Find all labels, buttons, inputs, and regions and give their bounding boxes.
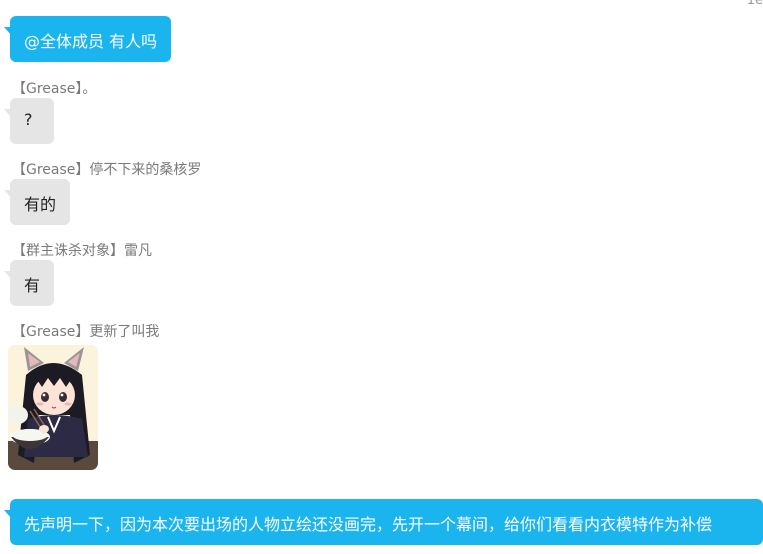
sender-name[interactable]: 【Grease】更新了叫我 [12,321,159,341]
corner-timestamp: 1e [746,0,763,8]
message-text: 先声明一下，因为本次要出场的人物立绘还没画完，先开一个幕间，给你们看看内衣模特作… [24,515,713,534]
sender-name[interactable]: 【Grease】停不下来的桑核罗 [12,159,201,179]
message-text: 有的 [24,195,57,214]
message-text: ? [24,110,33,129]
bubble-tail [4,27,12,36]
sender-name[interactable]: 【群主诛杀对象】雷凡 [12,240,152,260]
message-bubble-other[interactable]: ? [4,98,54,144]
message-bubble-other[interactable]: 有的 [4,179,71,225]
sender-name[interactable]: 【Grease】。 [12,78,96,98]
message-bubble-other[interactable]: 有 [4,260,54,306]
message-bubble-self[interactable]: @全体成员 有人吗 [4,16,172,62]
message-bubble-self[interactable]: 先声明一下，因为本次要出场的人物立绘还没画完，先开一个幕间，给你们看看内衣模特作… [4,499,763,545]
message-text: 有 [24,276,41,295]
bubble-tail [4,190,12,199]
bubble-tail [4,510,12,519]
bubble-tail [4,271,12,280]
message-text: @全体成员 有人吗 [24,32,158,51]
bubble-tail [4,109,12,118]
sticker-image[interactable] [8,345,98,470]
chibi-girl-sticker-icon [8,345,98,470]
chat-window: 1e @全体成员 有人吗 【Grease】。 ? 【Grease】停不下来的桑核… [0,0,763,554]
